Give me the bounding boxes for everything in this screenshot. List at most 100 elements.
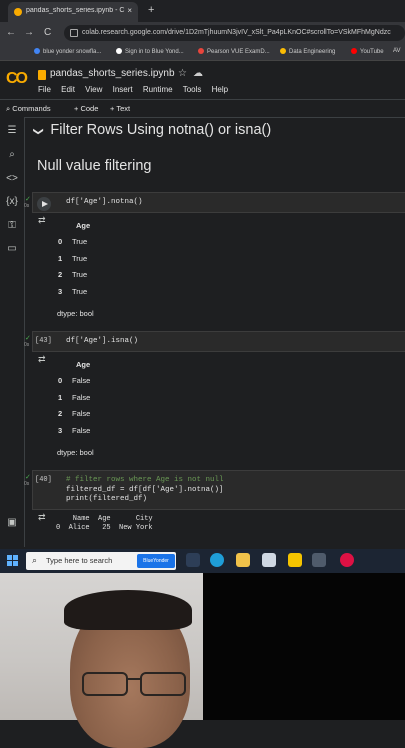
cell-code[interactable]: df['Age'].notna() (66, 198, 143, 206)
new-tab-button[interactable]: + (148, 4, 154, 16)
code-line[interactable]: print(filtered_df) (66, 495, 147, 503)
bookmark-item[interactable]: Data Engineering (280, 48, 335, 55)
recorder-icon[interactable] (340, 553, 354, 567)
add-text-button[interactable]: + Text (110, 104, 130, 113)
menu-view[interactable]: View (85, 85, 102, 94)
left-rail: ☰ ⌕ <> {x} ⚿ ▭ ▣ (0, 117, 25, 547)
menu-edit[interactable]: Edit (61, 85, 75, 94)
menu-insert[interactable]: Insert (113, 85, 133, 94)
pearson-icon (198, 48, 204, 54)
tab-title: pandas_shorts_series.ipynb - C (26, 7, 125, 14)
table-row: 3 True (58, 287, 88, 296)
table-row: 1 False (58, 393, 91, 402)
terminal-icon[interactable]: ▣ (5, 517, 19, 528)
output-actions-icon[interactable]: ⇄ (38, 512, 46, 523)
code-icon[interactable]: <> (5, 173, 19, 184)
cell-status-check-icon: ✓ (25, 335, 31, 342)
notebook-toolbar: ⌕ Commands + Code + Text (0, 99, 405, 118)
menu-file[interactable]: File (38, 85, 51, 94)
app-icon[interactable] (288, 553, 302, 567)
table-row: 2 False (58, 409, 91, 418)
task-view-icon[interactable] (186, 553, 200, 567)
table-row: 0 True (58, 237, 88, 246)
black-panel (203, 573, 405, 720)
youtube-icon (351, 48, 357, 54)
github-icon (116, 48, 122, 54)
glasses-right (140, 672, 186, 696)
table-row: 2 True (58, 270, 88, 279)
tab-close-icon[interactable]: × (127, 6, 132, 15)
forward-button[interactable]: → (24, 27, 34, 38)
drive-file-icon (38, 70, 46, 80)
file-explorer-icon[interactable] (236, 553, 250, 567)
cloud-icon[interactable]: ☁ (193, 68, 203, 79)
glasses-bridge (126, 678, 140, 680)
folder-icon[interactable]: ▭ (5, 243, 19, 254)
browser-tab[interactable]: pandas_shorts_series.ipynb - C × (8, 2, 138, 22)
bookmark-item[interactable]: Pearson VUE ExamD... (198, 48, 270, 55)
exec-count: [40] (35, 476, 52, 484)
code-cell[interactable]: [43] df['Age'].isna() (32, 331, 405, 352)
edge-icon[interactable] (210, 553, 224, 567)
output-actions-icon[interactable]: ⇄ (38, 215, 46, 226)
bookmark-item[interactable]: AV (393, 48, 401, 54)
cell-status-check-icon: ✓ (25, 474, 31, 481)
table-row: 0 False (58, 376, 91, 385)
url-field[interactable]: colab.research.google.com/drive/1D2mTjhu… (64, 25, 405, 41)
bookmark-item[interactable]: blue yonder snowfla... (34, 48, 101, 55)
bookmark-favicon-icon (34, 48, 40, 54)
menu-help[interactable]: Help (212, 85, 228, 94)
variables-icon[interactable]: {x} (5, 196, 19, 207)
bookmarks-bar: blue yonder snowfla... Sign in to Blue Y… (0, 44, 405, 61)
print-output-header: Name Age City (56, 515, 153, 523)
chrome-icon[interactable] (312, 553, 326, 567)
site-info-icon[interactable] (70, 29, 78, 37)
dtype-label: dtype: bool (57, 448, 94, 457)
subsection-heading: Null value filtering (37, 158, 152, 174)
blueyonder-badge[interactable]: BlueYonder (137, 554, 175, 568)
presenter-hair (64, 590, 192, 630)
colab-favicon-icon (14, 8, 22, 16)
table-row: 3 False (58, 426, 91, 435)
output-actions-icon[interactable]: ⇄ (38, 354, 46, 365)
star-icon[interactable]: ☆ (178, 68, 187, 79)
notebook-title[interactable]: pandas_shorts_series.ipynb (50, 68, 175, 79)
collapse-chevron-icon[interactable]: ❯ (33, 127, 44, 135)
cell-code[interactable]: df['Age'].isna() (66, 337, 138, 345)
bookmark-favicon-icon (280, 48, 286, 54)
run-cell-button[interactable] (37, 197, 51, 211)
table-header: Age (76, 221, 91, 230)
windows-start-icon[interactable] (7, 555, 18, 566)
bookmark-item[interactable]: YouTube (351, 48, 384, 55)
menu-icon[interactable]: ☰ (5, 125, 19, 136)
cell-exec-time: 0s (24, 203, 30, 209)
code-cell[interactable]: df['Age'].notna() (32, 192, 405, 213)
back-button[interactable]: ← (6, 27, 16, 38)
menu-runtime[interactable]: Runtime (143, 85, 173, 94)
search-icon[interactable]: ⌕ (5, 149, 19, 160)
menu-bar: File Edit View Insert Runtime Tools Help (38, 85, 236, 94)
code-line[interactable]: filtered_df = df[df['Age'].notna()] (66, 486, 224, 494)
print-output-row: 0 Alice 25 New York (56, 524, 153, 532)
add-code-button[interactable]: + Code (74, 104, 98, 113)
code-comment[interactable]: # filter rows where Age is not null (66, 476, 224, 484)
commands-button[interactable]: ⌕ Commands (6, 104, 51, 114)
cell-exec-time: 0s (24, 342, 30, 348)
reload-button[interactable]: C (44, 27, 51, 38)
url-text: colab.research.google.com/drive/1D2mTjhu… (82, 29, 391, 36)
cell-exec-time: 0s (24, 481, 30, 487)
key-icon[interactable]: ⚿ (5, 220, 19, 231)
table-row: 1 True (58, 254, 88, 263)
exec-count: [43] (35, 337, 52, 345)
colab-logo[interactable]: CO (6, 70, 28, 88)
glasses-left (82, 672, 128, 696)
dtype-label: dtype: bool (57, 309, 94, 318)
bookmark-item[interactable]: Sign in to Blue Yond... (116, 48, 184, 55)
search-icon: ⌕ (32, 555, 38, 565)
code-cell[interactable]: [40] # filter rows where Age is not null… (32, 470, 405, 510)
table-header: Age (76, 360, 91, 369)
cell-status-check-icon: ✓ (25, 196, 31, 203)
menu-tools[interactable]: Tools (183, 85, 202, 94)
store-icon[interactable] (262, 553, 276, 567)
section-heading: ❯ Filter Rows Using notna() or isna() (32, 122, 272, 138)
